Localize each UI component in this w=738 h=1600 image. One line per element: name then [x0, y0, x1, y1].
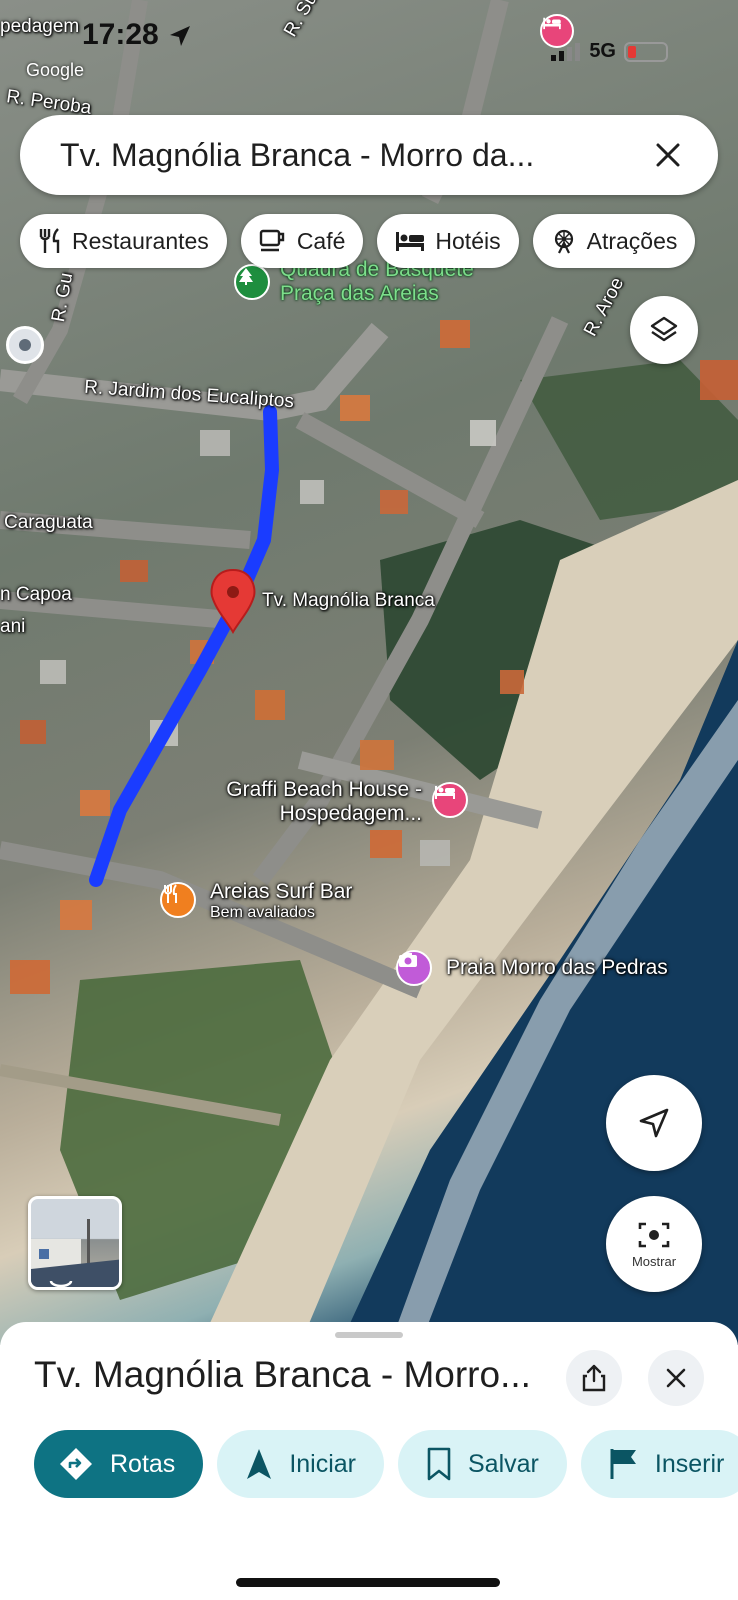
- place-sheet[interactable]: Tv. Magnólia Branca - Morro... Rotas Ini…: [0, 1322, 738, 1600]
- network-type: 5G: [589, 40, 616, 62]
- hotel-poi-icon[interactable]: [432, 782, 468, 818]
- action-label: Rotas: [110, 1449, 176, 1478]
- flag-icon: [610, 1449, 636, 1479]
- save-button[interactable]: Salvar: [398, 1430, 567, 1498]
- navigation-arrow-icon: [247, 1449, 272, 1479]
- street-label: Caraguata: [4, 512, 93, 533]
- start-button[interactable]: Iniciar: [217, 1430, 384, 1498]
- street-label: ani: [0, 616, 26, 637]
- category-chips: Restaurantes Café Hotéis Atrações: [20, 214, 696, 268]
- layers-button[interactable]: [630, 296, 698, 364]
- location-marker-icon[interactable]: [6, 326, 44, 364]
- place-title: Tv. Magnólia Branca - Morro...: [34, 1354, 531, 1395]
- close-icon[interactable]: [648, 135, 688, 175]
- share-button[interactable]: [566, 1350, 622, 1406]
- bed-icon: [396, 232, 425, 251]
- signal-icon: [551, 42, 581, 61]
- close-icon: [666, 1368, 686, 1388]
- street-label: pedagem: [0, 16, 80, 37]
- street-view-thumbnail[interactable]: [28, 1196, 122, 1290]
- poi-label-hotel[interactable]: Graffi Beach House - Hospedagem...: [196, 778, 422, 826]
- action-label: Salvar: [468, 1449, 539, 1478]
- camera-lens-icon: [638, 1222, 670, 1247]
- google-attribution: Google: [26, 60, 85, 80]
- search-bar[interactable]: Tv. Magnólia Branca - Morro da...: [20, 115, 718, 195]
- insert-label-button[interactable]: Inserir: [580, 1430, 738, 1498]
- directions-icon: [60, 1448, 92, 1480]
- chip-label: Restaurantes: [72, 227, 209, 254]
- poi-label-restaurant[interactable]: Areias Surf Bar Bem avaliados: [210, 880, 352, 922]
- close-sheet-button[interactable]: [648, 1350, 704, 1406]
- restaurant-poi-icon[interactable]: [160, 882, 196, 918]
- navigation-arrow-icon: [639, 1108, 669, 1138]
- chip-atracoes[interactable]: Atrações: [532, 214, 696, 268]
- battery-icon: [624, 41, 668, 62]
- bookmark-icon: [427, 1447, 451, 1481]
- chip-label: Hotéis: [435, 227, 501, 254]
- coffee-cup-icon: [259, 229, 285, 252]
- camera-poi-icon[interactable]: [396, 950, 432, 986]
- share-icon: [582, 1364, 606, 1392]
- location-services-icon: [170, 26, 190, 46]
- ferris-wheel-icon: [554, 229, 573, 254]
- sheet-grabber[interactable]: [335, 1332, 403, 1338]
- search-input[interactable]: Tv. Magnólia Branca - Morro da...: [60, 137, 648, 174]
- street-view-image: [31, 1219, 119, 1287]
- park-poi-icon[interactable]: [234, 264, 270, 300]
- street-label: n Capoa: [0, 584, 72, 605]
- lens-label: Mostrar: [631, 1253, 677, 1269]
- action-buttons: Rotas Iniciar Salvar Inserir: [34, 1430, 738, 1498]
- chip-cafe[interactable]: Café: [240, 214, 364, 268]
- my-location-button[interactable]: [606, 1075, 702, 1171]
- action-label: Inserir: [654, 1449, 725, 1478]
- lens-button[interactable]: Mostrar: [606, 1196, 702, 1292]
- home-indicator[interactable]: [236, 1578, 500, 1587]
- status-indicators: 5G: [551, 40, 668, 63]
- action-label: Iniciar: [289, 1449, 356, 1478]
- poi-label-attraction[interactable]: Praia Morro das Pedras: [446, 956, 668, 980]
- chip-restaurantes[interactable]: Restaurantes: [20, 214, 227, 268]
- chip-label: Café: [296, 227, 346, 254]
- status-time: 17:28: [82, 18, 159, 51]
- directions-button[interactable]: Rotas: [34, 1430, 204, 1498]
- selected-street-label[interactable]: Tv. Magnólia Branca: [262, 590, 435, 612]
- chip-hoteis[interactable]: Hotéis: [377, 214, 519, 268]
- chip-label: Atrações: [586, 227, 678, 254]
- fork-knife-icon: [39, 228, 60, 253]
- layers-icon: [650, 316, 678, 342]
